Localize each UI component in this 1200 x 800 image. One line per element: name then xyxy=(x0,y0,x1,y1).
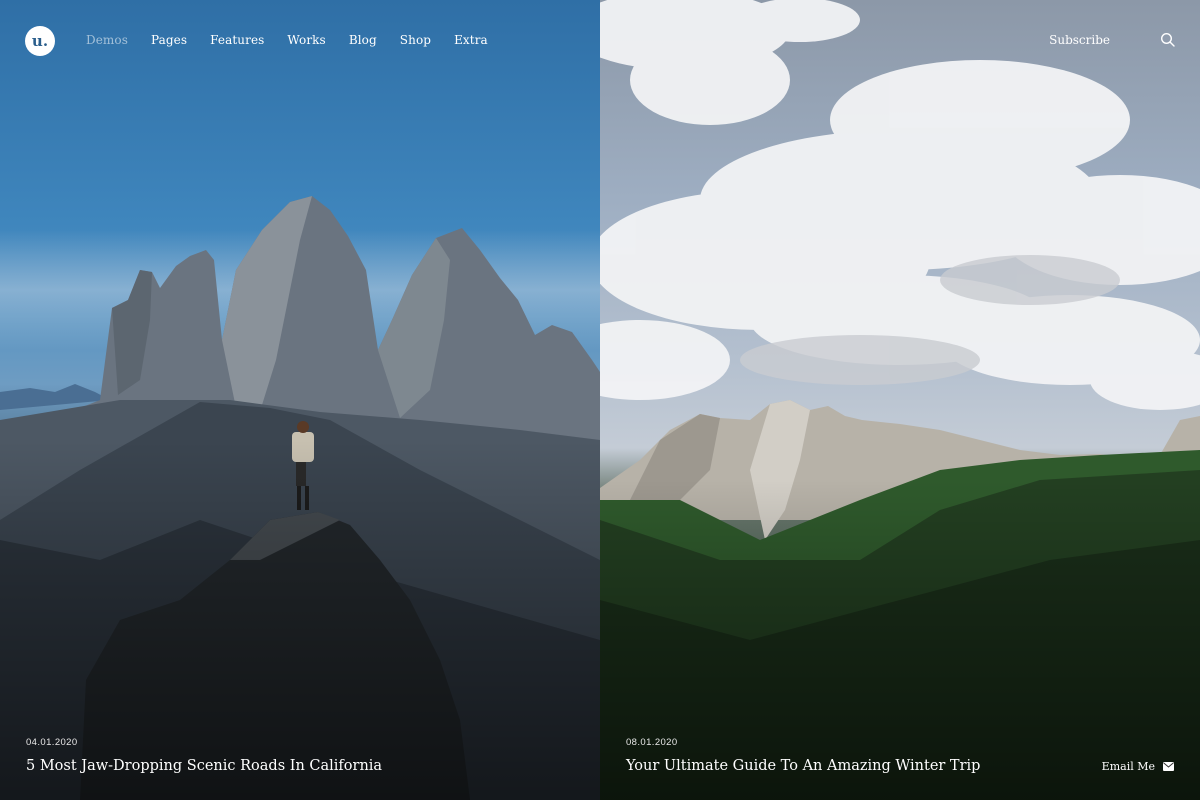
nav-item-pages[interactable]: Pages xyxy=(151,33,187,47)
post-date: 04.01.2020 xyxy=(26,737,78,748)
post-date: 08.01.2020 xyxy=(626,737,678,748)
nav-item-extra[interactable]: Extra xyxy=(454,33,488,47)
email-me-link[interactable]: Email Me xyxy=(1102,760,1174,773)
email-me-label: Email Me xyxy=(1101,760,1155,773)
slide-right[interactable]: 08.01.2020 Your Ultimate Guide To An Ama… xyxy=(600,0,1200,800)
post-title[interactable]: 5 Most Jaw-Dropping Scenic Roads In Cali… xyxy=(26,758,382,774)
envelope-icon xyxy=(1163,762,1174,771)
slide-caption-right[interactable]: 08.01.2020 Your Ultimate Guide To An Ama… xyxy=(626,737,980,774)
bottom-gradient xyxy=(600,0,1200,800)
nav-item-demos[interactable]: Demos xyxy=(86,33,128,47)
nav-item-shop[interactable]: Shop xyxy=(400,33,431,47)
search-icon[interactable] xyxy=(1160,32,1176,48)
main-nav: Demos Pages Features Works Blog Shop Ext… xyxy=(86,33,511,47)
slide-left[interactable]: 04.01.2020 5 Most Jaw-Dropping Scenic Ro… xyxy=(0,0,600,800)
slide-caption-left[interactable]: 04.01.2020 5 Most Jaw-Dropping Scenic Ro… xyxy=(26,737,382,774)
bottom-gradient xyxy=(0,0,600,800)
nav-item-blog[interactable]: Blog xyxy=(349,33,377,47)
subscribe-link[interactable]: Subscribe xyxy=(1049,33,1110,47)
hero-split: 04.01.2020 5 Most Jaw-Dropping Scenic Ro… xyxy=(0,0,1200,800)
nav-item-works[interactable]: Works xyxy=(287,33,325,47)
nav-item-features[interactable]: Features xyxy=(210,33,264,47)
site-header: u. Demos Pages Features Works Blog Shop … xyxy=(0,0,1200,82)
post-title[interactable]: Your Ultimate Guide To An Amazing Winter… xyxy=(626,758,980,774)
site-logo[interactable]: u. xyxy=(25,26,55,56)
